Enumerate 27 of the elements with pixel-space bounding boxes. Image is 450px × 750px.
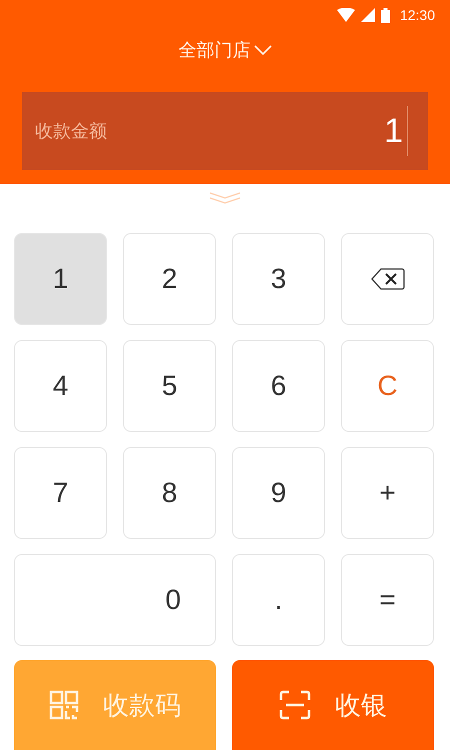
digit-key[interactable]: 1: [14, 233, 107, 325]
chevron-down-icon: [254, 44, 272, 56]
signal-icon: [360, 8, 375, 22]
amount-value: 1: [384, 110, 403, 152]
digit-key[interactable]: 8: [123, 447, 216, 539]
digit-key[interactable]: 7: [14, 447, 107, 539]
amount-label: 收款金额: [35, 120, 107, 142]
double-chevron-icon: [209, 192, 241, 204]
digit-key[interactable]: 5: [123, 340, 216, 432]
battery-icon: [380, 8, 390, 22]
backspace-key[interactable]: [341, 233, 434, 325]
amount-field[interactable]: 收款金额 1: [22, 92, 428, 170]
scan-icon: [279, 690, 311, 720]
digit-key[interactable]: 2: [123, 233, 216, 325]
qr-code-icon: [49, 690, 79, 720]
digit-key[interactable]: .: [232, 554, 325, 646]
digit-key[interactable]: 9: [232, 447, 325, 539]
digit-key[interactable]: 6: [232, 340, 325, 432]
digit-key[interactable]: 4: [14, 340, 107, 432]
operator-key[interactable]: +: [341, 447, 434, 539]
backspace-icon: [370, 267, 404, 291]
status-time: 12:30: [400, 6, 435, 24]
operator-key[interactable]: =: [341, 554, 434, 646]
digit-key[interactable]: 0: [14, 554, 216, 646]
digit-key[interactable]: 3: [232, 233, 325, 325]
text-cursor: [407, 106, 408, 156]
wifi-icon: [336, 8, 355, 22]
